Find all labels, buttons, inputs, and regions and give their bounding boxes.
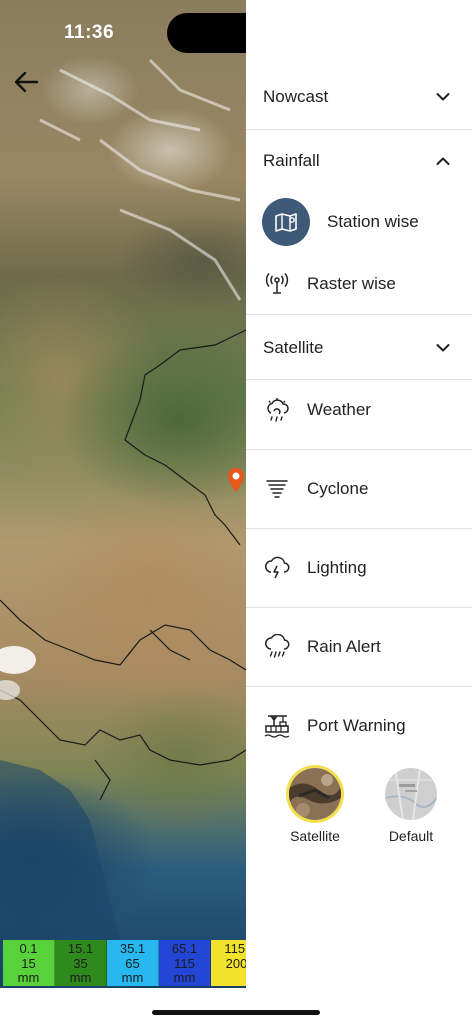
- legend-cell-text: 65.1: [171, 941, 198, 956]
- legend-cell-text: mm: [121, 970, 144, 985]
- divider: [246, 607, 472, 608]
- section-satellite-label: Satellite: [263, 338, 324, 357]
- default-map-thumbnail: [385, 768, 437, 820]
- rainfall-station-wise[interactable]: Station wise: [246, 198, 472, 246]
- map-boundaries: [0, 58, 246, 988]
- section-rainfall-label: Rainfall: [263, 151, 320, 170]
- legend-cell-text: 35: [73, 955, 88, 971]
- menu-item-lighting[interactable]: Lighting: [246, 553, 472, 583]
- basemap-default[interactable]: Default: [382, 768, 440, 844]
- lighting-label: Lighting: [307, 558, 367, 577]
- basemap-switcher: Satellite Default: [286, 768, 440, 844]
- home-indicator: [152, 1010, 320, 1015]
- legend-cell-text: 65: [125, 955, 140, 971]
- legend-cell-text: 200: [225, 955, 246, 971]
- basemap-satellite[interactable]: Satellite: [286, 768, 344, 844]
- status-time: 11:36: [64, 22, 115, 43]
- divider: [246, 686, 472, 687]
- legend-cell: 65.1 115 mm: [159, 940, 211, 986]
- divider: [246, 449, 472, 450]
- legend-cell: 35.1 65 mm: [107, 940, 159, 986]
- rain-alert-label: Rain Alert: [307, 637, 381, 656]
- antenna-icon: [262, 269, 292, 299]
- cyclone-label: Cyclone: [307, 479, 369, 498]
- raster-wise-label: Raster wise: [307, 274, 396, 293]
- chevron-down-icon: [436, 93, 450, 101]
- rainfall-legend: 0.115mm15.135mm35.165mm65.1115mm115.200: [3, 940, 246, 986]
- divider: [246, 528, 472, 529]
- cyclone-icon: [262, 474, 292, 504]
- divider: [246, 314, 472, 315]
- rainfall-raster-wise[interactable]: Raster wise: [246, 269, 472, 299]
- map-view[interactable]: 0.115mm15.135mm35.165mm65.1115mm115.200: [0, 0, 246, 988]
- weather-icon: [262, 395, 292, 425]
- menu-item-weather[interactable]: Weather: [246, 395, 472, 425]
- legend-cell-text: 35.1: [119, 941, 146, 956]
- legend-cell-text: 115.: [224, 941, 246, 956]
- section-nowcast[interactable]: Nowcast: [246, 72, 472, 122]
- cloud-patch: [0, 646, 36, 674]
- location-pin-icon[interactable]: [227, 467, 245, 493]
- station-wise-label: Station wise: [327, 212, 419, 231]
- menu-item-rain-alert[interactable]: Rain Alert: [246, 632, 472, 662]
- divider: [246, 379, 472, 380]
- menu-item-port-warning[interactable]: Port Warning: [246, 711, 472, 741]
- legend-cell: 15.1 35 mm: [55, 940, 107, 986]
- port-crane-icon: [262, 711, 292, 741]
- satellite-thumbnail: [289, 768, 341, 820]
- basemap-satellite-label: Satellite: [290, 828, 340, 844]
- rain-cloud-icon: [262, 632, 292, 662]
- border-lines: [0, 329, 246, 801]
- section-rainfall[interactable]: Rainfall: [246, 136, 472, 186]
- legend-cell: 0.1 15 mm: [3, 940, 55, 986]
- weather-label: Weather: [307, 400, 371, 419]
- back-button[interactable]: [10, 66, 42, 98]
- section-nowcast-label: Nowcast: [263, 87, 329, 106]
- station-map-icon: [262, 198, 310, 246]
- bottom-strip: [0, 988, 246, 1024]
- legend-cell-text: mm: [173, 970, 196, 985]
- legend-cell: 115.200: [211, 940, 246, 986]
- lightning-cloud-icon: [262, 553, 292, 583]
- legend-cell-text: 15: [21, 955, 36, 971]
- legend-cell-text: mm: [69, 970, 92, 985]
- legend-cell-text: 115: [174, 955, 195, 971]
- layers-drawer: Nowcast Rainfall Station wise Raster wis…: [246, 0, 472, 1024]
- section-satellite[interactable]: Satellite: [246, 323, 472, 373]
- chevron-down-icon: [436, 344, 450, 352]
- legend-cell-text: 0.1: [19, 941, 38, 956]
- legend-cell-text: 15.1: [67, 941, 94, 956]
- port-warning-label: Port Warning: [307, 716, 406, 735]
- arrow-left-icon: [14, 71, 39, 93]
- menu-item-cyclone[interactable]: Cyclone: [246, 474, 472, 504]
- chevron-up-icon: [436, 157, 450, 165]
- basemap-default-label: Default: [388, 828, 434, 844]
- legend-cell-text: mm: [17, 970, 40, 985]
- divider: [246, 129, 472, 130]
- mountain-texture: [39, 58, 242, 301]
